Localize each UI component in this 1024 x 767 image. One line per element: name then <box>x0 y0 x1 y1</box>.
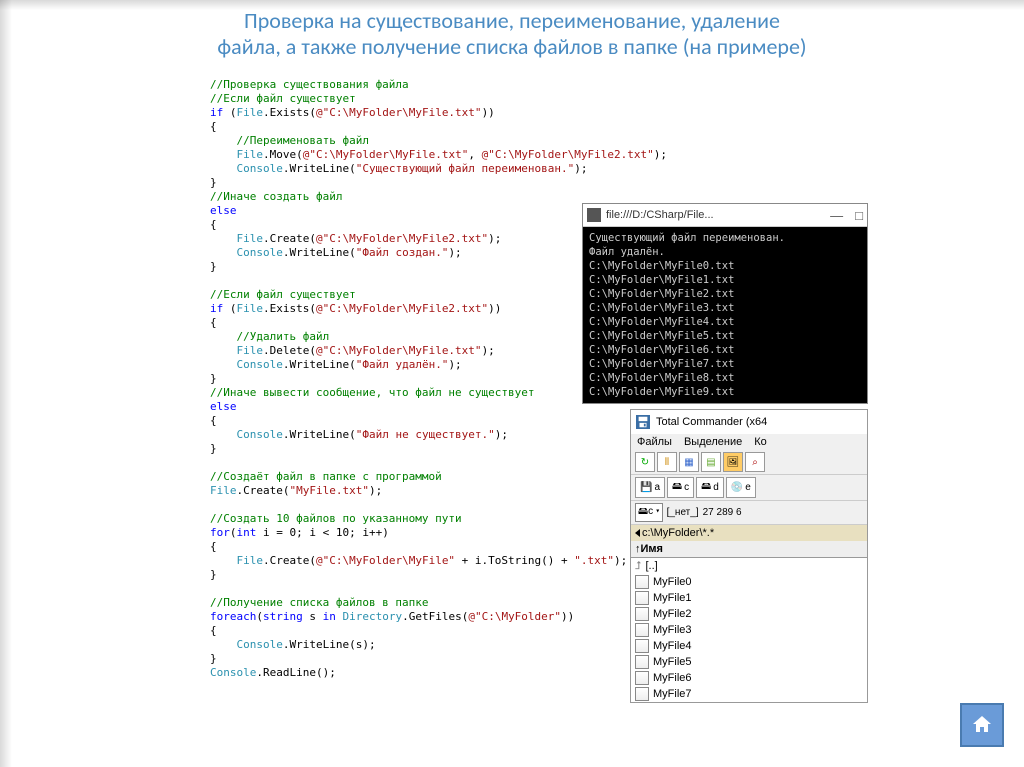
file-name: MyFile5 <box>653 654 692 670</box>
file-icon <box>635 655 649 669</box>
console-titlebar: file:///D:/CSharp/File... — □ <box>583 204 867 227</box>
find-icon[interactable]: ⌕ <box>745 452 765 472</box>
tc-file-list: ⮥ [..] MyFile0MyFile1MyFile2MyFile3MyFil… <box>631 558 867 702</box>
window-controls: — □ <box>830 208 863 223</box>
file-icon <box>635 591 649 605</box>
tc-title-text: Total Commander (x64 <box>656 416 767 428</box>
drive-e[interactable]: 💿e <box>726 477 756 498</box>
tc-drive-info: 🖴c ▾ [_нет_] 27 289 6 <box>631 500 867 525</box>
tc-drive-buttons: 💾a 🖴c 🖴d 💿e <box>631 475 867 500</box>
tc-file-row[interactable]: MyFile3 <box>631 622 867 638</box>
minimize-icon[interactable]: — <box>830 208 843 223</box>
tc-titlebar: Total Commander (x64 <box>631 410 867 434</box>
file-icon <box>635 623 649 637</box>
shadow-top <box>0 0 1024 10</box>
console-line: C:\MyFolder\MyFile3.txt <box>589 301 861 315</box>
save-icon <box>636 415 650 429</box>
console-line: C:\MyFolder\MyFile5.txt <box>589 329 861 343</box>
menu-more[interactable]: Ко <box>754 436 767 448</box>
tc-toolbar: ↻ ⦀ ▦ ▤ 🖼 ⌕ <box>631 450 867 475</box>
file-name: MyFile7 <box>653 686 692 702</box>
home-icon <box>970 713 994 737</box>
app-icon <box>587 208 601 222</box>
console-line: Файл удалён. <box>589 245 861 259</box>
tc-column-header[interactable]: ↑Имя <box>631 541 867 558</box>
title-line-2: файла, а также получение списка файлов в… <box>217 33 806 60</box>
tc-file-row[interactable]: MyFile5 <box>631 654 867 670</box>
file-name: MyFile0 <box>653 574 692 590</box>
console-line: C:\MyFolder\MyFile0.txt <box>589 259 861 273</box>
console-window: file:///D:/CSharp/File... — □ Существующ… <box>582 203 868 404</box>
menu-files[interactable]: Файлы <box>637 436 672 448</box>
file-icon <box>635 671 649 685</box>
tc-file-row[interactable]: MyFile4 <box>631 638 867 654</box>
tc-file-row[interactable]: MyFile6 <box>631 670 867 686</box>
path-arrow-icon <box>635 529 640 537</box>
path-text: c:\MyFolder\*.* <box>642 527 714 539</box>
drive-c[interactable]: 🖴c <box>667 477 694 498</box>
tree-icon[interactable]: ▤ <box>701 452 721 472</box>
maximize-icon[interactable]: □ <box>855 208 863 223</box>
volume-label: [_нет_] <box>667 507 699 518</box>
console-line: C:\MyFolder\MyFile2.txt <box>589 287 861 301</box>
tc-file-row[interactable]: MyFile2 <box>631 606 867 622</box>
total-commander-window: Total Commander (x64 Файлы Выделение Ко … <box>630 409 868 703</box>
console-line: C:\MyFolder\MyFile4.txt <box>589 315 861 329</box>
tc-menu: Файлы Выделение Ко <box>631 434 867 450</box>
thumbnails-icon[interactable]: ▦ <box>679 452 699 472</box>
console-line: C:\MyFolder\MyFile7.txt <box>589 357 861 371</box>
shadow-left <box>0 0 12 767</box>
refresh-icon[interactable]: ↻ <box>635 452 655 472</box>
tc-file-row[interactable]: MyFile1 <box>631 590 867 606</box>
free-space: 27 289 6 <box>703 507 742 518</box>
picture-icon[interactable]: 🖼 <box>723 452 743 472</box>
file-icon <box>635 575 649 589</box>
drive-d[interactable]: 🖴d <box>696 477 724 498</box>
console-line: C:\MyFolder\MyFile1.txt <box>589 273 861 287</box>
tc-path[interactable]: c:\MyFolder\*.* <box>631 525 867 541</box>
console-output: Существующий файл переименован.Файл удал… <box>583 227 867 403</box>
menu-selection[interactable]: Выделение <box>684 436 742 448</box>
file-icon <box>635 639 649 653</box>
slide: Проверка на существование, переименовани… <box>0 0 1024 767</box>
title-line-1: Проверка на существование, переименовани… <box>244 7 780 34</box>
file-name: MyFile1 <box>653 590 692 606</box>
drive-a[interactable]: 💾a <box>635 477 665 498</box>
file-name: MyFile4 <box>653 638 692 654</box>
tc-file-row[interactable]: MyFile7 <box>631 686 867 702</box>
tc-up-dir[interactable]: ⮥ [..] <box>631 558 867 574</box>
console-line: Существующий файл переименован. <box>589 231 861 245</box>
columns-icon[interactable]: ⦀ <box>657 452 677 472</box>
file-icon <box>635 607 649 621</box>
tc-file-row[interactable]: MyFile0 <box>631 574 867 590</box>
file-name: MyFile2 <box>653 606 692 622</box>
console-line: C:\MyFolder\MyFile6.txt <box>589 343 861 357</box>
updir-icon: ⮥ <box>635 558 642 574</box>
console-line: C:\MyFolder\MyFile8.txt <box>589 371 861 385</box>
home-button[interactable] <box>960 703 1004 747</box>
drive-selector[interactable]: 🖴c ▾ <box>635 503 663 522</box>
console-line: C:\MyFolder\MyFile9.txt <box>589 385 861 399</box>
file-name: MyFile3 <box>653 622 692 638</box>
file-name: MyFile6 <box>653 670 692 686</box>
console-title-text: file:///D:/CSharp/File... <box>606 209 714 221</box>
file-icon <box>635 687 649 701</box>
